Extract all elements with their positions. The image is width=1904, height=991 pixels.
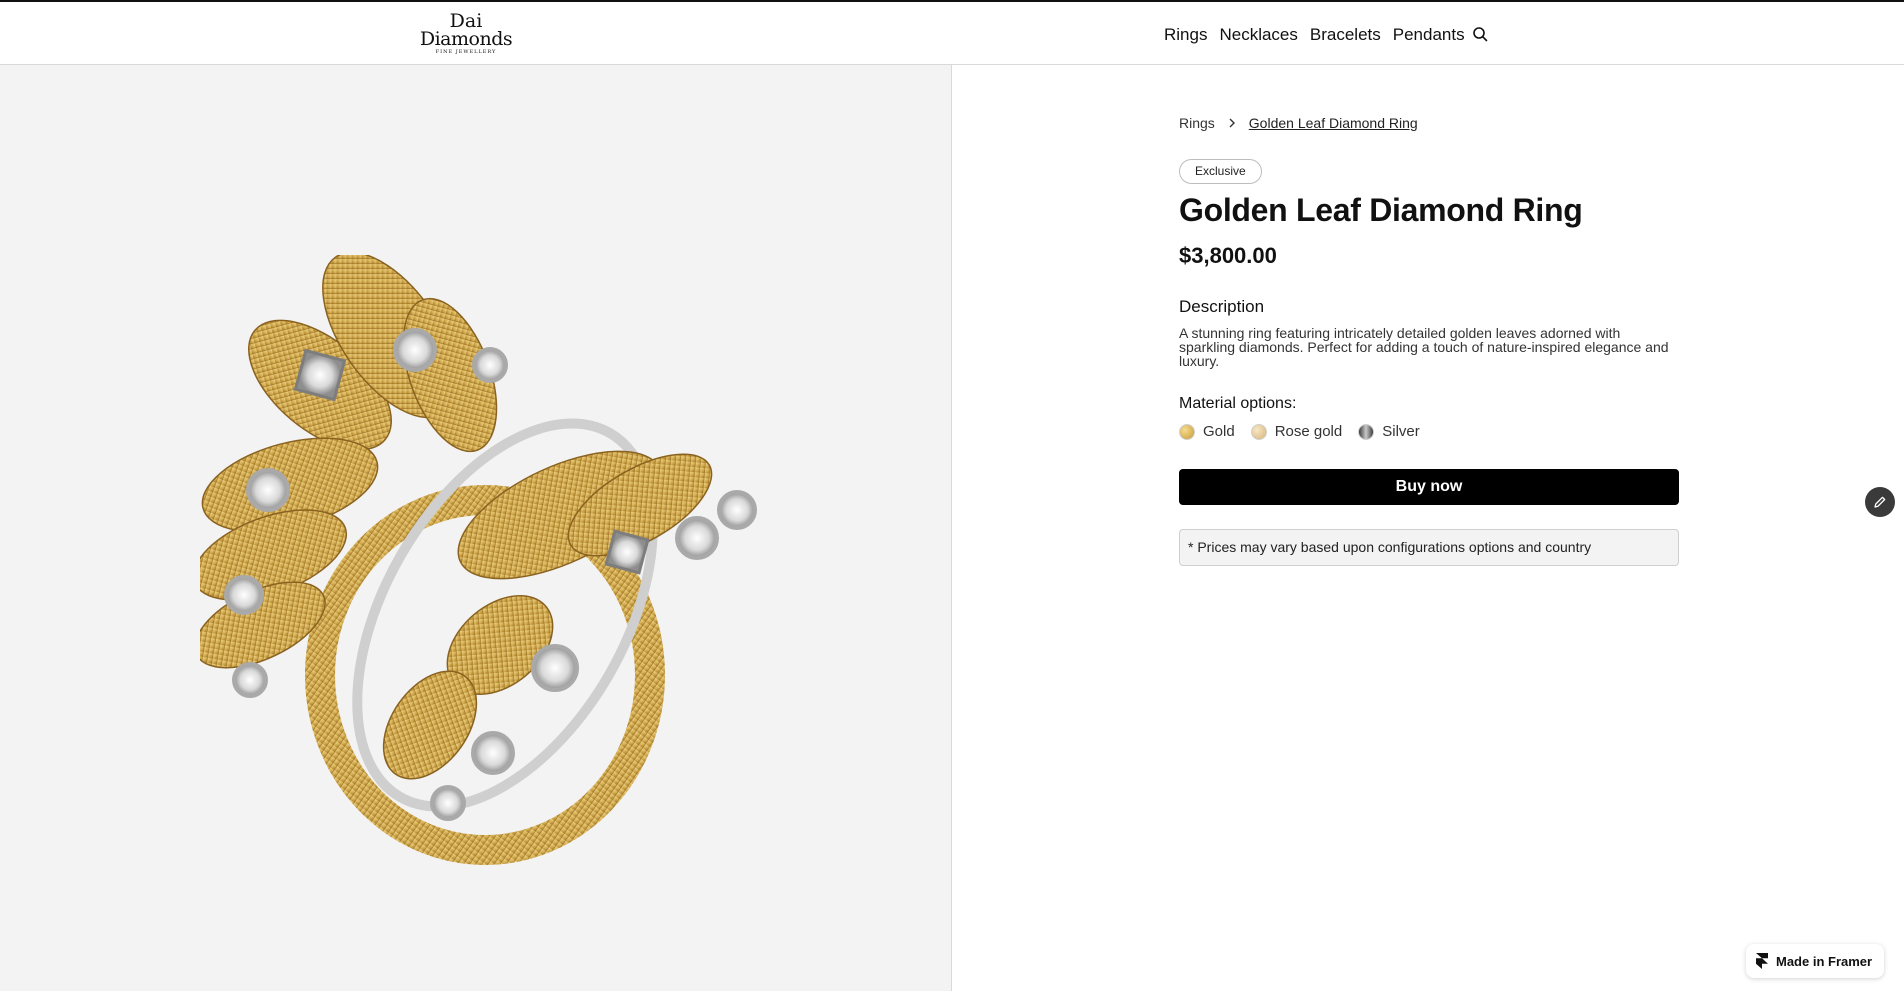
edit-button[interactable] xyxy=(1865,487,1895,517)
search-icon[interactable] xyxy=(1472,26,1488,42)
description-heading: Description xyxy=(1179,297,1265,316)
nav-item-rings[interactable]: Rings xyxy=(1164,24,1207,46)
material-options: Gold Rose gold Silver xyxy=(1179,423,1436,440)
material-option-rose-gold[interactable]: Rose gold xyxy=(1250,423,1343,440)
nav-item-bracelets[interactable]: Bracelets xyxy=(1310,24,1381,46)
nav-item-necklaces[interactable]: Necklaces xyxy=(1219,24,1297,46)
framer-label: Made in Framer xyxy=(1776,953,1873,969)
product-title: Golden Leaf Diamond Ring xyxy=(1179,192,1583,228)
brand-logo[interactable]: Dai Diamonds FINE JEWELLERY xyxy=(418,12,514,56)
framer-logo-icon xyxy=(1756,953,1768,969)
golden-leaf-ring-image xyxy=(200,255,757,865)
product-price: $3,800.00 xyxy=(1179,243,1277,268)
breadcrumb-rings[interactable]: Rings xyxy=(1179,115,1215,131)
gold-swatch-icon xyxy=(1179,423,1195,440)
material-label: Gold xyxy=(1203,423,1235,440)
brand-tagline: FINE JEWELLERY xyxy=(435,49,497,55)
buy-now-button[interactable]: Buy now xyxy=(1179,469,1679,505)
price-note: * Prices may vary based upon configurati… xyxy=(1179,529,1679,566)
material-label: Silver xyxy=(1382,423,1420,440)
breadcrumb-current[interactable]: Golden Leaf Diamond Ring xyxy=(1249,115,1418,131)
material-label: Rose gold xyxy=(1274,423,1343,440)
made-in-framer-badge[interactable]: Made in Framer xyxy=(1746,944,1884,978)
nav-item-pendants[interactable]: Pendants xyxy=(1393,24,1465,46)
product-image-panel xyxy=(0,65,952,991)
main-nav: Rings Necklaces Bracelets Pendants xyxy=(1164,24,1477,46)
material-options-heading: Material options: xyxy=(1179,395,1297,412)
brand-line-2: Diamonds xyxy=(419,28,513,50)
exclusive-badge: Exclusive xyxy=(1179,159,1262,184)
product-description: A stunning ring featuring intricately de… xyxy=(1179,325,1669,369)
material-option-gold[interactable]: Gold xyxy=(1179,423,1235,440)
pencil-icon xyxy=(1874,496,1886,508)
site-header: Dai Diamonds FINE JEWELLERY Rings Neckla… xyxy=(0,0,1904,65)
breadcrumb: Rings Golden Leaf Diamond Ring xyxy=(1179,115,1418,131)
rose-gold-swatch-icon xyxy=(1250,423,1267,440)
chevron-right-icon xyxy=(1229,118,1235,128)
material-option-silver[interactable]: Silver xyxy=(1358,423,1420,440)
silver-swatch-icon xyxy=(1358,423,1375,440)
